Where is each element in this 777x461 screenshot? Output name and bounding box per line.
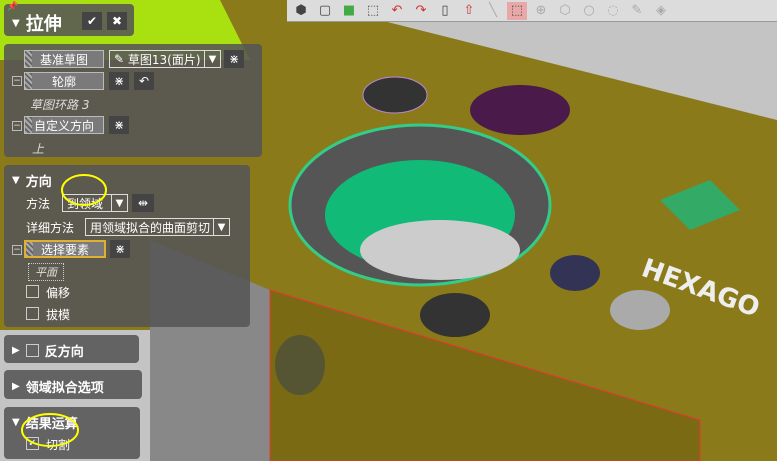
draft-checkbox[interactable]	[26, 307, 39, 320]
collapse-profile-icon[interactable]: −	[12, 76, 22, 86]
base-sketch-select[interactable]: ✎ 草图13(面片) ▼	[109, 50, 221, 68]
wireframe-icon[interactable]: ⬚	[363, 2, 383, 20]
paint-select-icon[interactable]: ◈	[651, 2, 671, 20]
dropdown-arrow-icon[interactable]: ▼	[213, 219, 229, 235]
extrude-up-icon[interactable]: ⇧	[459, 2, 479, 20]
base-sketch-value: 草图13(面片)	[127, 52, 201, 67]
rotate-left-icon[interactable]: ↶	[387, 2, 407, 20]
result-operation-panel: ▼ 结果运算 ✓ 切割	[4, 407, 140, 459]
clear-icon[interactable]: ⋇	[109, 116, 129, 134]
lasso-select-icon[interactable]: ○	[579, 2, 599, 20]
detail-method-value: 用领域拟合的曲面剪切	[90, 220, 211, 235]
detail-method-label: 详细方法	[26, 221, 75, 235]
box-view-icon[interactable]: ▢	[315, 2, 335, 20]
selected-plane[interactable]: 平面	[28, 263, 64, 281]
ok-button[interactable]: ✔	[82, 12, 102, 30]
collapse-select-icon[interactable]: −	[12, 245, 22, 255]
pencil-icon: ✎	[114, 52, 125, 66]
offset-checkbox[interactable]	[26, 285, 39, 298]
rect-select-icon[interactable]: ⬚	[507, 1, 527, 20]
fit-options-panel[interactable]: ▶ 领域拟合选项	[4, 370, 142, 399]
clear-icon[interactable]: ⋇	[224, 50, 244, 68]
collapse-direction-icon[interactable]: −	[12, 121, 22, 131]
cut-label: 切割	[46, 438, 71, 452]
cancel-button[interactable]: ✖	[107, 12, 127, 30]
reverse-title: 反方向	[44, 345, 84, 360]
base-sketch-button[interactable]: 基准草图	[24, 50, 104, 68]
sketch-panel: 基准草图 ✎ 草图13(面片) ▼ ⋇ − 轮廓 ⋇ ↶ 草图环路 3 − 自定义…	[4, 44, 262, 157]
dropdown-arrow-icon[interactable]: ▼	[111, 195, 127, 211]
method-value: 到领域	[67, 196, 104, 211]
panel-title: 拉伸	[25, 14, 62, 35]
detail-method-select[interactable]: 用领域拟合的曲面剪切 ▼	[85, 218, 230, 236]
clear-icon[interactable]: ⋇	[110, 240, 130, 258]
custom-direction-value: 上	[32, 142, 45, 156]
polygon-select-icon[interactable]: ⬡	[555, 2, 575, 20]
reverse-direction-panel[interactable]: ▶ 反方向	[4, 335, 139, 363]
collapse-icon[interactable]: ▼	[12, 18, 20, 29]
direction-panel: ▼ 方向 方法 到领域 ▼ ⇹ 详细方法 用领域拟合的曲面剪切 ▼ − 选择要素 ⋇ …	[4, 165, 250, 327]
collapse-icon[interactable]: ▼	[12, 175, 20, 186]
expand-icon[interactable]: ▶	[12, 381, 20, 392]
collapse-icon[interactable]: ▼	[12, 417, 20, 428]
line-select-icon[interactable]: ╲	[483, 2, 503, 20]
custom-direction-button[interactable]: 自定义方向	[24, 116, 104, 134]
brush-select-icon[interactable]: ✎	[627, 2, 647, 20]
undo-icon[interactable]: ↶	[134, 72, 154, 90]
extrude-title-panel: 📌 ▼ 拉伸 ✔ ✖	[4, 2, 134, 36]
reverse-checkbox[interactable]	[25, 344, 39, 357]
result-title: 结果运算	[25, 417, 78, 432]
profile-value: 草图环路 3	[30, 98, 90, 112]
rotate-right-icon[interactable]: ↷	[411, 2, 431, 20]
fit-options-title: 领域拟合选项	[25, 381, 104, 396]
flip-direction-icon[interactable]: ⇹	[132, 194, 154, 212]
profile-button[interactable]: 轮廓	[24, 72, 104, 90]
circle-select-icon[interactable]: ⊕	[531, 2, 551, 20]
freeform-select-icon[interactable]: ◌	[603, 2, 623, 20]
method-label: 方法	[26, 197, 51, 211]
expand-icon[interactable]: ▶	[12, 345, 20, 356]
cut-checkbox[interactable]: ✓	[26, 437, 39, 450]
offset-label: 偏移	[46, 286, 71, 300]
select-element-button[interactable]: 选择要素	[24, 240, 106, 258]
view-toolbar: ⬢ ▢ ■ ⬚ ↶ ↷ ▯ ⇧ ╲ ⬚ ⊕ ⬡ ○ ◌ ✎ ◈	[287, 0, 777, 22]
split-view-icon[interactable]: ▯	[435, 2, 455, 20]
method-select[interactable]: 到领域 ▼	[62, 194, 128, 212]
clear-icon[interactable]: ⋇	[109, 72, 129, 90]
direction-title: 方向	[25, 175, 52, 190]
draft-label: 拔模	[46, 308, 71, 322]
view-cube-icon[interactable]: ⬢	[291, 2, 311, 20]
dropdown-arrow-icon[interactable]: ▼	[204, 51, 220, 67]
color-map-icon[interactable]: ■	[339, 2, 359, 20]
